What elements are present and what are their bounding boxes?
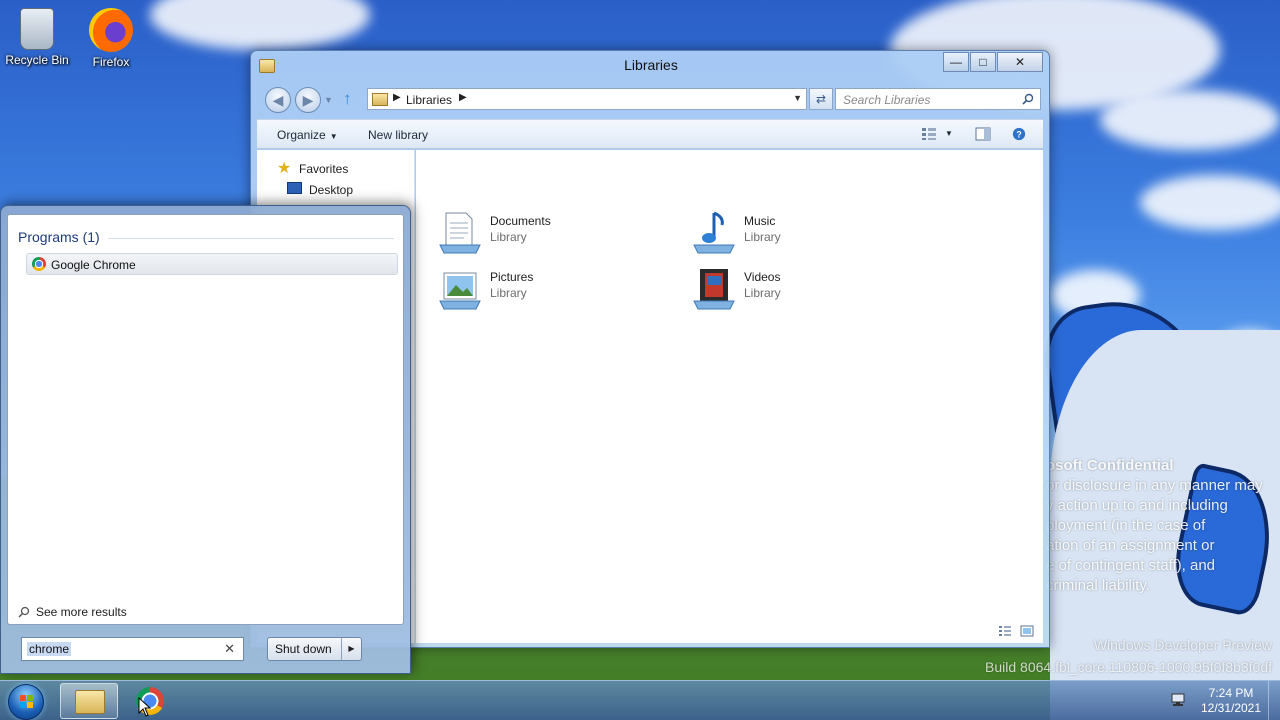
- desktop-icon-label: Recycle Bin: [5, 53, 69, 67]
- library-pictures[interactable]: Pictures Library: [436, 263, 676, 313]
- shut-down-options-arrow-icon[interactable]: ▶: [341, 638, 361, 660]
- videos-library-icon: [693, 269, 735, 310]
- watermark-line: ployment (in the case of: [1046, 517, 1206, 534]
- library-name: Music: [744, 214, 776, 228]
- search-icon: [1022, 93, 1034, 105]
- search-icon: [18, 606, 30, 618]
- firefox-icon: [89, 8, 133, 52]
- maximize-button[interactable]: □: [970, 52, 996, 72]
- shut-down-label: Shut down: [275, 642, 332, 656]
- desktop-icon-recycle-bin[interactable]: Recycle Bin: [2, 2, 72, 67]
- search-results-panel: Programs (1) Google Chrome See more resu…: [7, 214, 404, 625]
- new-library-button[interactable]: New library: [368, 128, 428, 142]
- windows-logo-icon: [20, 695, 33, 708]
- shut-down-button[interactable]: Shut down ▶: [267, 637, 362, 661]
- taskbar: 7:24 PM 12/31/2021: [0, 680, 1280, 720]
- clock-date: 12/31/2021: [1200, 701, 1262, 715]
- music-library-icon: [693, 211, 735, 254]
- show-desktop-button[interactable]: [1268, 681, 1280, 720]
- up-button[interactable]: ↑: [343, 89, 352, 109]
- breadcrumb-chevron-icon[interactable]: ▶: [459, 92, 467, 103]
- library-type: Library: [490, 230, 527, 244]
- chrome-icon: [32, 257, 46, 271]
- library-type: Library: [744, 286, 781, 300]
- help-icon[interactable]: ?: [1011, 127, 1027, 141]
- library-documents[interactable]: Documents Library: [436, 207, 676, 257]
- large-icons-view-icon[interactable]: [1020, 625, 1034, 637]
- address-bar[interactable]: ▶ Libraries ▶ ▼: [367, 88, 807, 110]
- system-clock[interactable]: 7:24 PM 12/31/2021: [1196, 686, 1266, 716]
- favorites-star-icon: ★: [277, 160, 292, 177]
- watermark-line: ation of an assignment or: [1046, 537, 1215, 554]
- documents-library-icon: [439, 212, 481, 254]
- watermark-edition: Windows Developer Preview: [1093, 637, 1272, 653]
- navigation-bar: ◀ ▶ ▼ ↑ ▶ Libraries ▶ ▼ ⇄ Search Librari…: [263, 87, 1043, 113]
- clock-time: 7:24 PM: [1208, 686, 1254, 700]
- watermark-build: Build 8064.fbl_core.110806-1000.95f0f8b3…: [985, 659, 1272, 675]
- mouse-pointer-icon: [138, 697, 152, 717]
- watermark-line: e of contingent staff), and: [1046, 557, 1216, 574]
- command-bar: Organize ▼ New library ▼ ?: [257, 119, 1043, 149]
- library-type: Library: [490, 286, 527, 300]
- desktop-icon-label: Firefox: [92, 55, 130, 69]
- nav-desktop[interactable]: Desktop: [309, 183, 353, 197]
- watermark-line: criminal liability.: [1046, 577, 1150, 594]
- nav-favorites[interactable]: Favorites: [299, 162, 348, 176]
- watermark-line: y action up to and including: [1046, 497, 1228, 514]
- cloud: [1140, 175, 1280, 230]
- details-view-icon[interactable]: [998, 625, 1012, 637]
- library-name: Pictures: [490, 270, 534, 284]
- breadcrumb-libraries[interactable]: Libraries: [406, 93, 452, 107]
- forward-button[interactable]: ▶: [295, 87, 321, 113]
- taskbar-explorer-button[interactable]: [60, 683, 118, 719]
- desktop-icon: [287, 182, 302, 194]
- folder-icon: [75, 690, 105, 714]
- folder-icon: [372, 93, 388, 106]
- search-box[interactable]: Search Libraries: [835, 88, 1041, 110]
- view-options-dropdown[interactable]: ▼: [945, 129, 953, 138]
- breadcrumb-chevron-icon[interactable]: ▶: [393, 92, 401, 103]
- search-placeholder: Search Libraries: [843, 93, 931, 107]
- chevron-down-icon: ▼: [329, 132, 338, 141]
- programs-heading: Programs (1): [18, 229, 100, 245]
- start-button[interactable]: [8, 684, 44, 720]
- network-icon[interactable]: [1170, 693, 1186, 707]
- watermark-line: or disclosure in any manner may: [1046, 477, 1263, 494]
- pictures-library-icon: [439, 272, 481, 310]
- heading-divider: [108, 238, 394, 239]
- organize-label: Organize: [277, 128, 326, 142]
- refresh-button[interactable]: ⇄: [809, 88, 833, 110]
- clear-search-icon[interactable]: ✕: [224, 641, 235, 657]
- desktop-icon-firefox[interactable]: Firefox: [76, 2, 146, 69]
- recent-pages-dropdown[interactable]: ▼: [324, 95, 333, 105]
- search-query: chrome: [27, 642, 72, 656]
- minimize-button[interactable]: —: [943, 52, 969, 72]
- change-view-icon[interactable]: [921, 127, 937, 141]
- start-search-input[interactable]: chrome ✕: [21, 637, 244, 661]
- cloud: [150, 0, 370, 50]
- library-music[interactable]: Music Library: [690, 207, 930, 257]
- cloud: [1100, 90, 1280, 150]
- preview-pane-icon[interactable]: [975, 127, 991, 141]
- address-history-dropdown[interactable]: ▼: [793, 93, 802, 103]
- library-list: Documents Library Music Library Pictures…: [416, 150, 1043, 643]
- start-menu: Programs (1) Google Chrome See more resu…: [0, 205, 411, 674]
- see-more-label: See more results: [36, 605, 127, 619]
- library-type: Library: [744, 230, 781, 244]
- back-button[interactable]: ◀: [265, 87, 291, 113]
- library-name: Videos: [744, 270, 781, 284]
- svg-text:?: ?: [1016, 130, 1021, 140]
- result-google-chrome[interactable]: Google Chrome: [26, 253, 398, 275]
- watermark-line: osoft Confidential: [1046, 457, 1174, 474]
- library-name: Documents: [490, 214, 551, 228]
- organize-button[interactable]: Organize ▼: [277, 128, 338, 142]
- window-title: Libraries: [624, 57, 678, 73]
- result-label: Google Chrome: [51, 258, 136, 272]
- close-button[interactable]: ✕: [997, 52, 1043, 72]
- recycle-bin-icon: [20, 8, 54, 50]
- library-videos[interactable]: Videos Library: [690, 263, 930, 313]
